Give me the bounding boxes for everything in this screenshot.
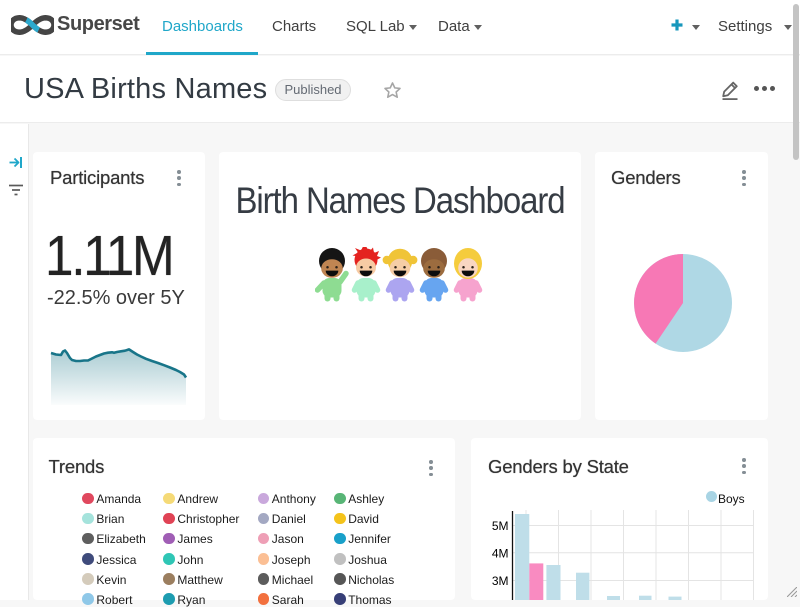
svg-text:5M: 5M [492, 519, 509, 533]
svg-text:3M: 3M [492, 574, 509, 588]
svg-text:4M: 4M [492, 547, 509, 561]
